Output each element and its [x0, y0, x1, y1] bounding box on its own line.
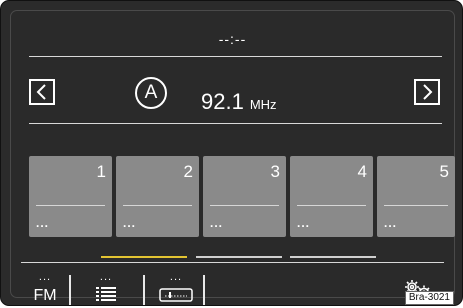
preset-button-3[interactable]: 3 ...: [203, 156, 286, 237]
tape-icon: [159, 288, 193, 302]
toolbar-separator: [203, 275, 205, 305]
preset-button-2[interactable]: 2 ...: [116, 156, 199, 237]
preset-station-name: ...: [384, 216, 398, 230]
frequency-unit: MHz: [249, 97, 277, 112]
preset-page-indicator-2[interactable]: [196, 256, 282, 258]
frequency-value: 92.1: [201, 89, 244, 114]
preset-divider: [36, 205, 105, 206]
band-more-indicator: ...: [38, 271, 52, 283]
preset-number: 1: [96, 162, 106, 181]
station-list-button[interactable]: ...: [86, 271, 126, 305]
preset-divider: [297, 205, 366, 206]
band-button[interactable]: ... FM: [25, 271, 65, 305]
band-label: FM: [33, 287, 57, 304]
preset-number: 2: [183, 162, 193, 181]
figure-reference-label: Bra-3021: [404, 291, 454, 305]
next-station-button[interactable]: [414, 79, 440, 105]
clock: --:--: [218, 31, 247, 47]
preset-page-indicator-3[interactable]: [290, 256, 376, 258]
frequency-display: 92.1 MHz: [201, 89, 277, 115]
toolbar-separator: [69, 275, 71, 305]
preset-station-name: ...: [123, 216, 137, 230]
tape-more-indicator: ...: [169, 271, 183, 283]
station-divider: [29, 123, 442, 124]
preset-number: 3: [270, 162, 280, 181]
list-more-indicator: ...: [99, 271, 113, 283]
preset-button-1[interactable]: 1 ...: [29, 156, 112, 237]
radio-display: --:-- A 92.1 MHz 1 ... 2 ... 3 ... 4 ...…: [10, 10, 455, 305]
chevron-right-icon: [423, 84, 433, 100]
preset-divider: [210, 205, 279, 206]
toolbar-divider: [21, 262, 444, 263]
header-divider: [29, 56, 442, 57]
preset-number: 4: [357, 162, 367, 181]
preset-button-4[interactable]: 4 ...: [290, 156, 373, 237]
preset-station-name: ...: [210, 216, 224, 230]
list-icon: [96, 287, 116, 301]
preset-divider: [123, 205, 192, 206]
preset-station-name: ...: [36, 216, 50, 230]
preset-button-5[interactable]: 5 ...: [377, 156, 455, 237]
chevron-left-icon: [36, 84, 46, 100]
memory-tape-button[interactable]: ...: [154, 271, 198, 305]
preset-station-name: ...: [297, 216, 311, 230]
preset-divider: [384, 205, 448, 206]
toolbar-separator: [143, 275, 145, 305]
preset-page-indicator-1[interactable]: [101, 256, 187, 258]
radio-screen: --:-- A 92.1 MHz 1 ... 2 ... 3 ... 4 ...…: [0, 0, 463, 306]
previous-station-button[interactable]: [29, 79, 55, 105]
preset-number: 5: [439, 162, 449, 181]
station-badge: A: [135, 77, 167, 109]
